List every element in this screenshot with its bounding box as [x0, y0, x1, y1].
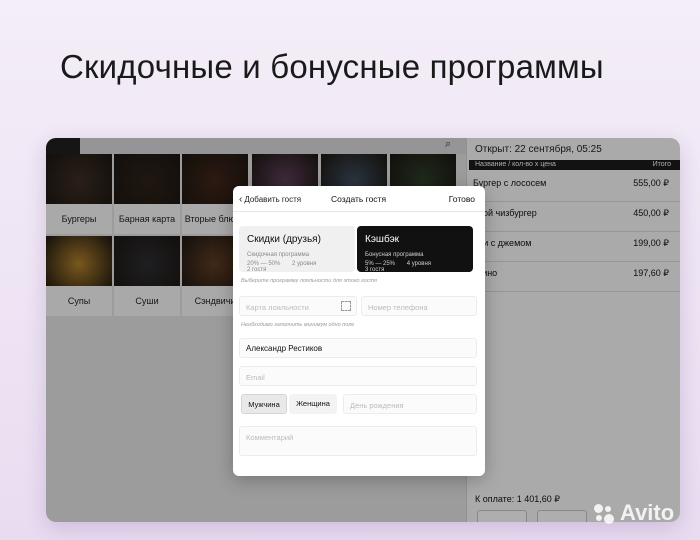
chevron-left-icon: ‹ — [239, 194, 243, 205]
done-button[interactable]: Готово — [449, 194, 475, 204]
comment-placeholder: Комментарий — [246, 433, 294, 442]
guest-name-value: Александр Рестиков — [246, 344, 323, 353]
email-placeholder: Email — [246, 373, 265, 382]
avito-logo-icon — [594, 504, 616, 526]
modal-header: ‹ Добавить гостя Создать гостя Готово — [233, 186, 485, 212]
loyalty-card-input[interactable]: Карта лояльности — [239, 296, 357, 316]
program-meta: 5% — 25% 4 уровня 3 гостя — [365, 261, 471, 273]
slide-title: Скидочные и бонусные программы — [60, 48, 604, 85]
back-button[interactable]: ‹ Добавить гостя — [239, 194, 301, 205]
avito-wordmark: Avito — [620, 500, 675, 525]
program-guests: 2 гостя — [247, 267, 267, 273]
fields-hint: Необходимо заполнить минимум одно поле — [241, 322, 355, 328]
avito-watermark: Avito — [594, 500, 674, 526]
program-title: Скидки (друзья) — [247, 234, 321, 245]
program-subtitle: Бонусная программа — [365, 252, 424, 258]
email-input[interactable]: Email — [239, 366, 477, 386]
comment-input[interactable]: Комментарий — [239, 426, 477, 456]
program-title: Кэшбэк — [365, 234, 400, 245]
loyalty-card-placeholder: Карта лояльности — [246, 303, 309, 312]
program-hint: Выберите программу лояльности для этого … — [241, 278, 377, 284]
phone-input[interactable]: Номер телефона — [361, 296, 477, 316]
program-meta: 20% — 50% 2 уровня 2 гостя — [247, 261, 353, 273]
birthday-input[interactable]: День рождения — [343, 394, 477, 414]
program-card-cashback[interactable]: Кэшбэк Бонусная программа 5% — 25% 4 уро… — [357, 226, 473, 273]
create-guest-modal: ‹ Добавить гостя Создать гостя Готово Ски… — [233, 186, 485, 476]
program-guests: 3 гостя — [365, 267, 385, 273]
program-levels: 2 уровня — [292, 261, 317, 267]
birthday-placeholder: День рождения — [350, 401, 404, 410]
program-card-discount[interactable]: Скидки (друзья) Скидочная программа 20% … — [239, 226, 355, 273]
phone-placeholder: Номер телефона — [368, 303, 428, 312]
guest-name-input[interactable]: Александр Рестиков — [239, 338, 477, 358]
program-levels: 4 уровня — [406, 261, 432, 267]
program-subtitle: Скидочная программа — [247, 252, 310, 258]
qr-scan-icon[interactable] — [341, 301, 351, 311]
gender-male-button[interactable]: Мужчина — [241, 394, 287, 414]
gender-female-button[interactable]: Женщина — [289, 394, 337, 414]
back-label: Добавить гостя — [244, 195, 302, 204]
modal-title: Создать гостя — [331, 194, 387, 204]
